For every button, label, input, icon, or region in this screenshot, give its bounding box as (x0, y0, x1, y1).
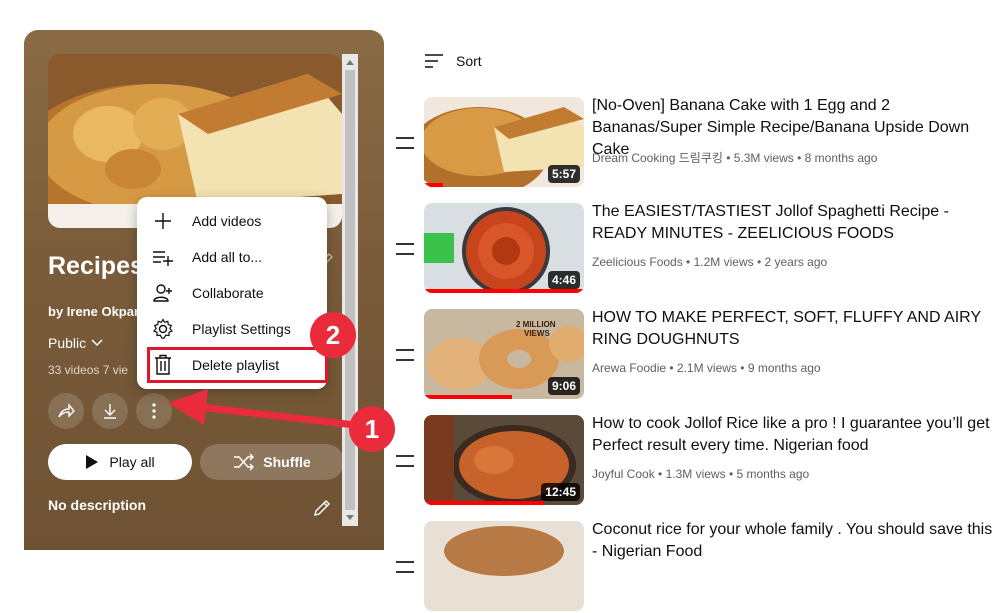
shuffle-icon (234, 453, 255, 471)
edit-description-icon[interactable] (312, 498, 332, 518)
menu-item-playlist-settings[interactable]: Playlist Settings (137, 311, 327, 347)
menu-item-label: Collaborate (192, 285, 264, 301)
channel-name[interactable]: Dream Cooking 드림쿠킹 (592, 151, 723, 165)
video-duration: 9:06 (547, 377, 580, 395)
gear-icon (151, 317, 175, 341)
video-duration: 5:57 (547, 165, 580, 183)
video-meta: Dream Cooking 드림쿠킹 • 5.3M views • 8 mont… (592, 151, 878, 165)
menu-item-label: Add all to... (192, 249, 263, 265)
collaborate-icon (151, 281, 175, 305)
privacy-label: Public (48, 335, 87, 351)
drag-handle-icon[interactable] (396, 561, 414, 573)
channel-name[interactable]: Joyful Cook (592, 467, 655, 481)
play-all-button[interactable]: Play all (48, 444, 192, 480)
menu-item-delete-playlist[interactable]: Delete playlist (147, 347, 328, 383)
playlist-stats: 33 videos 7 vie (48, 363, 129, 377)
upload-age: 2 years ago (764, 255, 828, 269)
svg-text:2 MILLION: 2 MILLION (516, 320, 556, 329)
video-thumbnail[interactable] (424, 521, 584, 611)
watch-progress-bar (424, 501, 544, 505)
playlist-video-row[interactable]: 4:46 The EASIEST/TASTIEST Jollof Spaghet… (396, 203, 1000, 295)
play-all-label: Play all (109, 454, 155, 470)
drag-handle-icon[interactable] (396, 243, 414, 255)
sort-icon (425, 54, 443, 68)
video-thumbnail[interactable]: 12:45 (424, 415, 584, 505)
plus-icon (151, 209, 175, 233)
annotation-arrow (168, 389, 359, 429)
watch-progress-bar (424, 183, 444, 187)
trash-icon (151, 353, 175, 377)
upload-age: 5 months ago (736, 467, 810, 481)
menu-scrollbar[interactable] (342, 54, 358, 526)
view-count: 5.3M views (733, 151, 794, 165)
video-title[interactable]: How to cook Jollof Rice like a pro ! I g… (592, 413, 1000, 457)
chevron-down-icon (91, 339, 103, 347)
video-thumbnail[interactable]: 4:46 (424, 203, 584, 293)
video-duration: 4:46 (547, 271, 580, 289)
scroll-down-arrow[interactable] (346, 515, 354, 520)
menu-item-label: Playlist Settings (192, 321, 291, 337)
playlist-add-icon (151, 245, 175, 269)
channel-name[interactable]: Zeelicious Foods (592, 255, 683, 269)
watch-progress-bar (424, 395, 512, 399)
video-title[interactable]: Coconut rice for your whole family . You… (592, 519, 1000, 563)
playlist-title: Recipes (48, 252, 144, 280)
download-icon (104, 404, 116, 419)
view-count: 1.3M views (665, 467, 726, 481)
upload-age: 8 months ago (804, 151, 878, 165)
drag-handle-icon[interactable] (396, 349, 414, 361)
download-button[interactable] (92, 393, 128, 429)
channel-name[interactable]: Arewa Foodie (592, 361, 666, 375)
privacy-dropdown[interactable]: Public (48, 335, 104, 351)
drag-handle-icon[interactable] (396, 137, 414, 149)
menu-item-label: Delete playlist (192, 357, 280, 373)
playlist-owner[interactable]: by Irene Okpar (48, 304, 139, 319)
playlist-video-row[interactable]: 12:45 How to cook Jollof Rice like a pro… (396, 415, 1000, 507)
shuffle-label: Shuffle (263, 454, 311, 470)
annotation-badge-1: 1 (349, 406, 395, 452)
shuffle-button[interactable]: Shuffle (200, 444, 344, 480)
share-icon (58, 403, 75, 418)
menu-item-collaborate[interactable]: Collaborate (137, 275, 327, 311)
playlist-actions-menu: Add videos Add all to... Collaborate Pla… (137, 197, 328, 389)
sort-button[interactable]: Sort (424, 53, 482, 69)
share-button[interactable] (48, 393, 84, 429)
video-meta: Joyful Cook • 1.3M views • 5 months ago (592, 467, 810, 481)
upload-age: 9 months ago (747, 361, 821, 375)
play-icon (86, 455, 99, 469)
playlist-video-row[interactable]: 2 MILLION VIEWS 9:06 HOW TO MAKE PERFECT… (396, 309, 1000, 401)
menu-item-add-videos[interactable]: Add videos (137, 203, 327, 239)
scroll-thumb[interactable] (345, 70, 355, 510)
video-title[interactable]: The EASIEST/TASTIEST Jollof Spaghetti Re… (592, 201, 1000, 245)
video-thumbnail[interactable]: 5:57 (424, 97, 584, 187)
view-count: 1.2M views (693, 255, 754, 269)
playlist-video-row[interactable]: 5:57 [No-Oven] Banana Cake with 1 Egg an… (396, 97, 1000, 189)
svg-text:VIEWS: VIEWS (524, 329, 550, 338)
video-duration: 12:45 (541, 483, 580, 501)
drag-handle-icon[interactable] (396, 455, 414, 467)
menu-item-label: Add videos (192, 213, 262, 229)
scroll-up-arrow[interactable] (346, 60, 354, 65)
video-title[interactable]: HOW TO MAKE PERFECT, SOFT, FLUFFY AND AI… (592, 307, 1000, 351)
view-count: 2.1M views (676, 361, 737, 375)
video-thumbnail[interactable]: 2 MILLION VIEWS 9:06 (424, 309, 584, 399)
playlist-video-row[interactable]: Coconut rice for your whole family . You… (396, 521, 1000, 613)
video-meta: Zeelicious Foods • 1.2M views • 2 years … (592, 255, 828, 269)
annotation-badge-2: 2 (310, 312, 356, 358)
menu-item-add-all-to[interactable]: Add all to... (137, 239, 327, 275)
sort-label: Sort (456, 53, 482, 69)
watch-progress-bar (424, 289, 584, 293)
playlist-description: No description (48, 497, 147, 513)
video-meta: Arewa Foodie • 2.1M views • 9 months ago (592, 361, 821, 375)
